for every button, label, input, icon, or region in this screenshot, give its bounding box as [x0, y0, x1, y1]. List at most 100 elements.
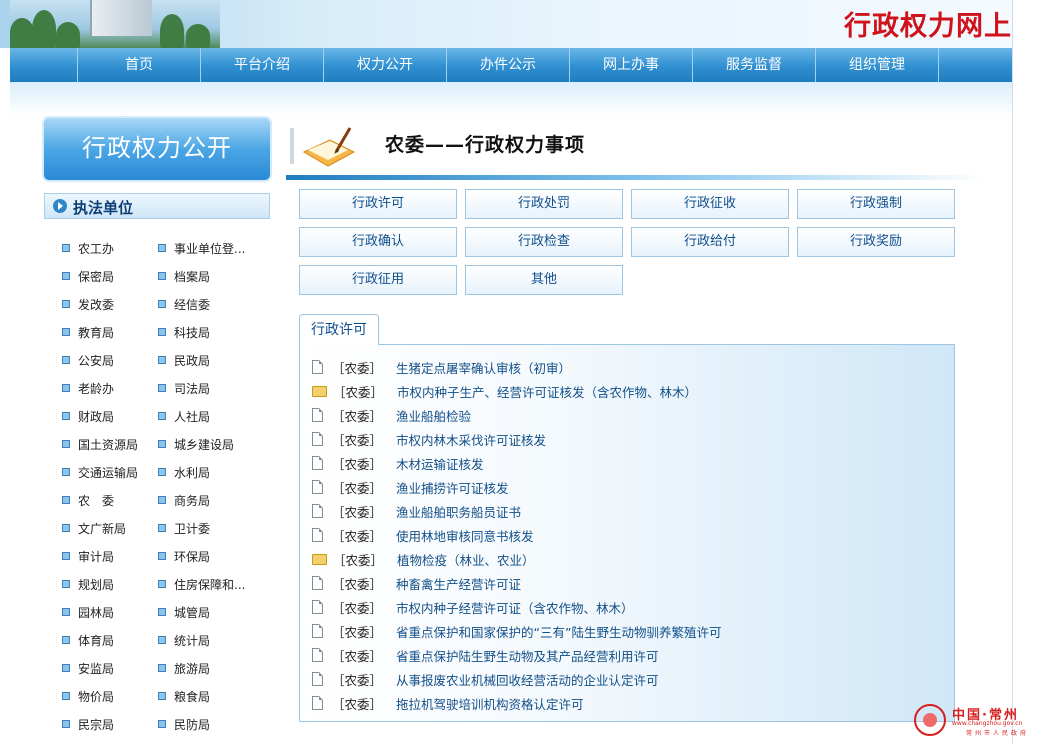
list-item[interactable]: ［农委］ 植物检疫（林业、农业） [312, 547, 535, 571]
sidebar-unit-item[interactable]: 事业单位登... [158, 234, 262, 262]
bullet-icon [158, 580, 166, 588]
category-button[interactable]: 行政征收 [631, 189, 789, 219]
bullet-icon [158, 244, 166, 252]
sidebar-unit-item[interactable]: 卫计委 [158, 514, 262, 542]
nav-power-disclosure[interactable]: 权力公开 [324, 48, 447, 82]
list-item[interactable]: ［农委］ 渔业捕捞许可证核发 [312, 475, 509, 499]
tab-administrative-license[interactable]: 行政许可 [299, 314, 379, 345]
item-tag: ［农委］ [333, 552, 384, 568]
nav-home[interactable]: 首页 [78, 48, 201, 82]
sidebar-unit-item[interactable]: 环保局 [158, 542, 262, 570]
sidebar-unit-item[interactable]: 教育局 [62, 318, 158, 346]
list-item[interactable]: ［农委］ 拖拉机驾驶培训机构资格认定许可 [312, 691, 584, 715]
sidebar-unit-item[interactable]: 发改委 [62, 290, 158, 318]
gov-logo[interactable]: 中国·常州 www.changzhou.gov.cn 常州市人民政府 [914, 702, 1038, 744]
item-title-link[interactable]: 拖拉机驾驶培训机构资格认定许可 [396, 694, 584, 713]
list-item[interactable]: ［农委］ 市权内种子生产、经营许可证核发（含农作物、林木） [312, 379, 697, 403]
bullet-icon [62, 552, 70, 560]
sidebar-unit-item[interactable]: 粮食局 [158, 682, 262, 710]
sidebar-unit-item[interactable]: 国土资源局 [62, 430, 158, 458]
list-item[interactable]: ［农委］ 从事报废农业机械回收经营活动的企业认定许可 [312, 667, 659, 691]
sidebar-unit-label: 公安局 [78, 353, 115, 368]
sidebar-unit-item[interactable]: 水利局 [158, 458, 262, 486]
sidebar-unit-item[interactable]: 人社局 [158, 402, 262, 430]
bullet-icon [62, 608, 70, 616]
sidebar-unit-item[interactable]: 民防局 [158, 710, 262, 738]
list-item[interactable]: ［农委］ 市权内种子经营许可证（含农作物、林木） [312, 595, 634, 619]
sidebar-unit-item[interactable]: 农工办 [62, 234, 158, 262]
category-button[interactable]: 行政检查 [465, 227, 623, 257]
item-title-link[interactable]: 渔业捕捞许可证核发 [396, 478, 509, 497]
sidebar-unit-item[interactable]: 档案局 [158, 262, 262, 290]
sidebar-unit-item[interactable]: 园林局 [62, 598, 158, 626]
sidebar-unit-item[interactable]: 文广新局 [62, 514, 158, 542]
sidebar-unit-item[interactable]: 城乡建设局 [158, 430, 262, 458]
item-title-link[interactable]: 市权内种子生产、经营许可证核发（含农作物、林木） [397, 382, 697, 401]
category-button[interactable]: 行政许可 [299, 189, 457, 219]
sidebar-unit-item[interactable]: 民政局 [158, 346, 262, 374]
item-title-link[interactable]: 从事报废农业机械回收经营活动的企业认定许可 [396, 670, 659, 689]
sidebar-unit-item[interactable]: 老龄办 [62, 374, 158, 402]
nav-online-services[interactable]: 网上办事 [570, 48, 693, 82]
category-button[interactable]: 行政处罚 [465, 189, 623, 219]
list-item[interactable]: ［农委］ 生猪定点屠宰确认审核（初审） [312, 355, 571, 379]
item-title-link[interactable]: 渔业船舶检验 [396, 406, 471, 425]
category-button[interactable]: 行政强制 [797, 189, 955, 219]
item-title-link[interactable]: 植物检疫（林业、农业） [397, 550, 535, 569]
sidebar-unit-item[interactable]: 物价局 [62, 682, 158, 710]
document-icon [312, 600, 323, 614]
sidebar-unit-label: 档案局 [174, 269, 211, 284]
sidebar-unit-item[interactable]: 安监局 [62, 654, 158, 682]
sidebar-unit-item[interactable]: 城管局 [158, 598, 262, 626]
sidebar-unit-item[interactable]: 旅游局 [158, 654, 262, 682]
bullet-icon [62, 384, 70, 392]
category-button[interactable]: 行政征用 [299, 265, 457, 295]
sidebar-unit-item[interactable]: 保密局 [62, 262, 158, 290]
sidebar-unit-item[interactable]: 财政局 [62, 402, 158, 430]
sidebar-unit-item[interactable]: 司法局 [158, 374, 262, 402]
item-title-link[interactable]: 渔业船舶职务船员证书 [396, 502, 521, 521]
list-item[interactable]: ［农委］ 使用林地审核同意书核发 [312, 523, 534, 547]
list-item[interactable]: ［农委］ 木材运输证核发 [312, 451, 484, 475]
sidebar-unit-item[interactable]: 规划局 [62, 570, 158, 598]
item-title-link[interactable]: 种畜禽生产经营许可证 [396, 574, 521, 593]
sidebar-unit-item[interactable]: 科技局 [158, 318, 262, 346]
item-title-link[interactable]: 省重点保护陆生野生动物及其产品经营利用许可 [396, 646, 659, 665]
item-title-link[interactable]: 市权内种子经营许可证（含农作物、林木） [396, 598, 634, 617]
folder-icon [312, 553, 327, 565]
category-button[interactable]: 行政奖励 [797, 227, 955, 257]
nav-case-publicity[interactable]: 办件公示 [447, 48, 570, 82]
sidebar-unit-item[interactable]: 审计局 [62, 542, 158, 570]
category-button[interactable]: 行政确认 [299, 227, 457, 257]
sidebar-unit-item[interactable]: 统计局 [158, 626, 262, 654]
sidebar-unit-label: 粮食局 [174, 689, 211, 704]
sidebar-unit-item[interactable]: 农 委 [62, 486, 158, 514]
bullet-icon [158, 720, 166, 728]
list-item[interactable]: ［农委］ 渔业船舶职务船员证书 [312, 499, 521, 523]
nav-org-management[interactable]: 组织管理 [816, 48, 939, 82]
list-item[interactable]: ［农委］ 渔业船舶检验 [312, 403, 471, 427]
sidebar-unit-item[interactable]: 民宗局 [62, 710, 158, 738]
list-item[interactable]: ［农委］ 种畜禽生产经营许可证 [312, 571, 521, 595]
sidebar-unit-item[interactable]: 住房保障和... [158, 570, 262, 598]
nav-platform-intro[interactable]: 平台介绍 [201, 48, 324, 82]
sidebar-unit-item[interactable]: 体育局 [62, 626, 158, 654]
bullet-icon [158, 552, 166, 560]
item-title-link[interactable]: 市权内林木采伐许可证核发 [396, 430, 546, 449]
category-button[interactable]: 行政给付 [631, 227, 789, 257]
item-list: ［农委］ 生猪定点屠宰确认审核（初审） ［农委］ 市权内种子生产、经营许可证核发（含农… [299, 344, 955, 722]
item-title-link[interactable]: 生猪定点屠宰确认审核（初审） [396, 358, 571, 377]
sidebar-unit-item[interactable]: 经信委 [158, 290, 262, 318]
category-button[interactable]: 其他 [465, 265, 623, 295]
list-item[interactable]: ［农委］ 省重点保护和国家保护的“三有”陆生野生动物驯养繁殖许可 [312, 619, 721, 643]
nav-service-supervision[interactable]: 服务监督 [693, 48, 816, 82]
list-item[interactable]: ［农委］ 省重点保护陆生野生动物及其产品经营利用许可 [312, 643, 659, 667]
list-item[interactable]: ［农委］ 市权内林木采伐许可证核发 [312, 427, 546, 451]
document-icon [312, 480, 323, 494]
item-title-link[interactable]: 省重点保护和国家保护的“三有”陆生野生动物驯养繁殖许可 [396, 622, 721, 641]
sidebar-unit-item[interactable]: 公安局 [62, 346, 158, 374]
item-title-link[interactable]: 使用林地审核同意书核发 [396, 526, 534, 545]
sidebar-unit-item[interactable]: 交通运输局 [62, 458, 158, 486]
item-title-link[interactable]: 木材运输证核发 [396, 454, 484, 473]
sidebar-unit-item[interactable]: 商务局 [158, 486, 262, 514]
